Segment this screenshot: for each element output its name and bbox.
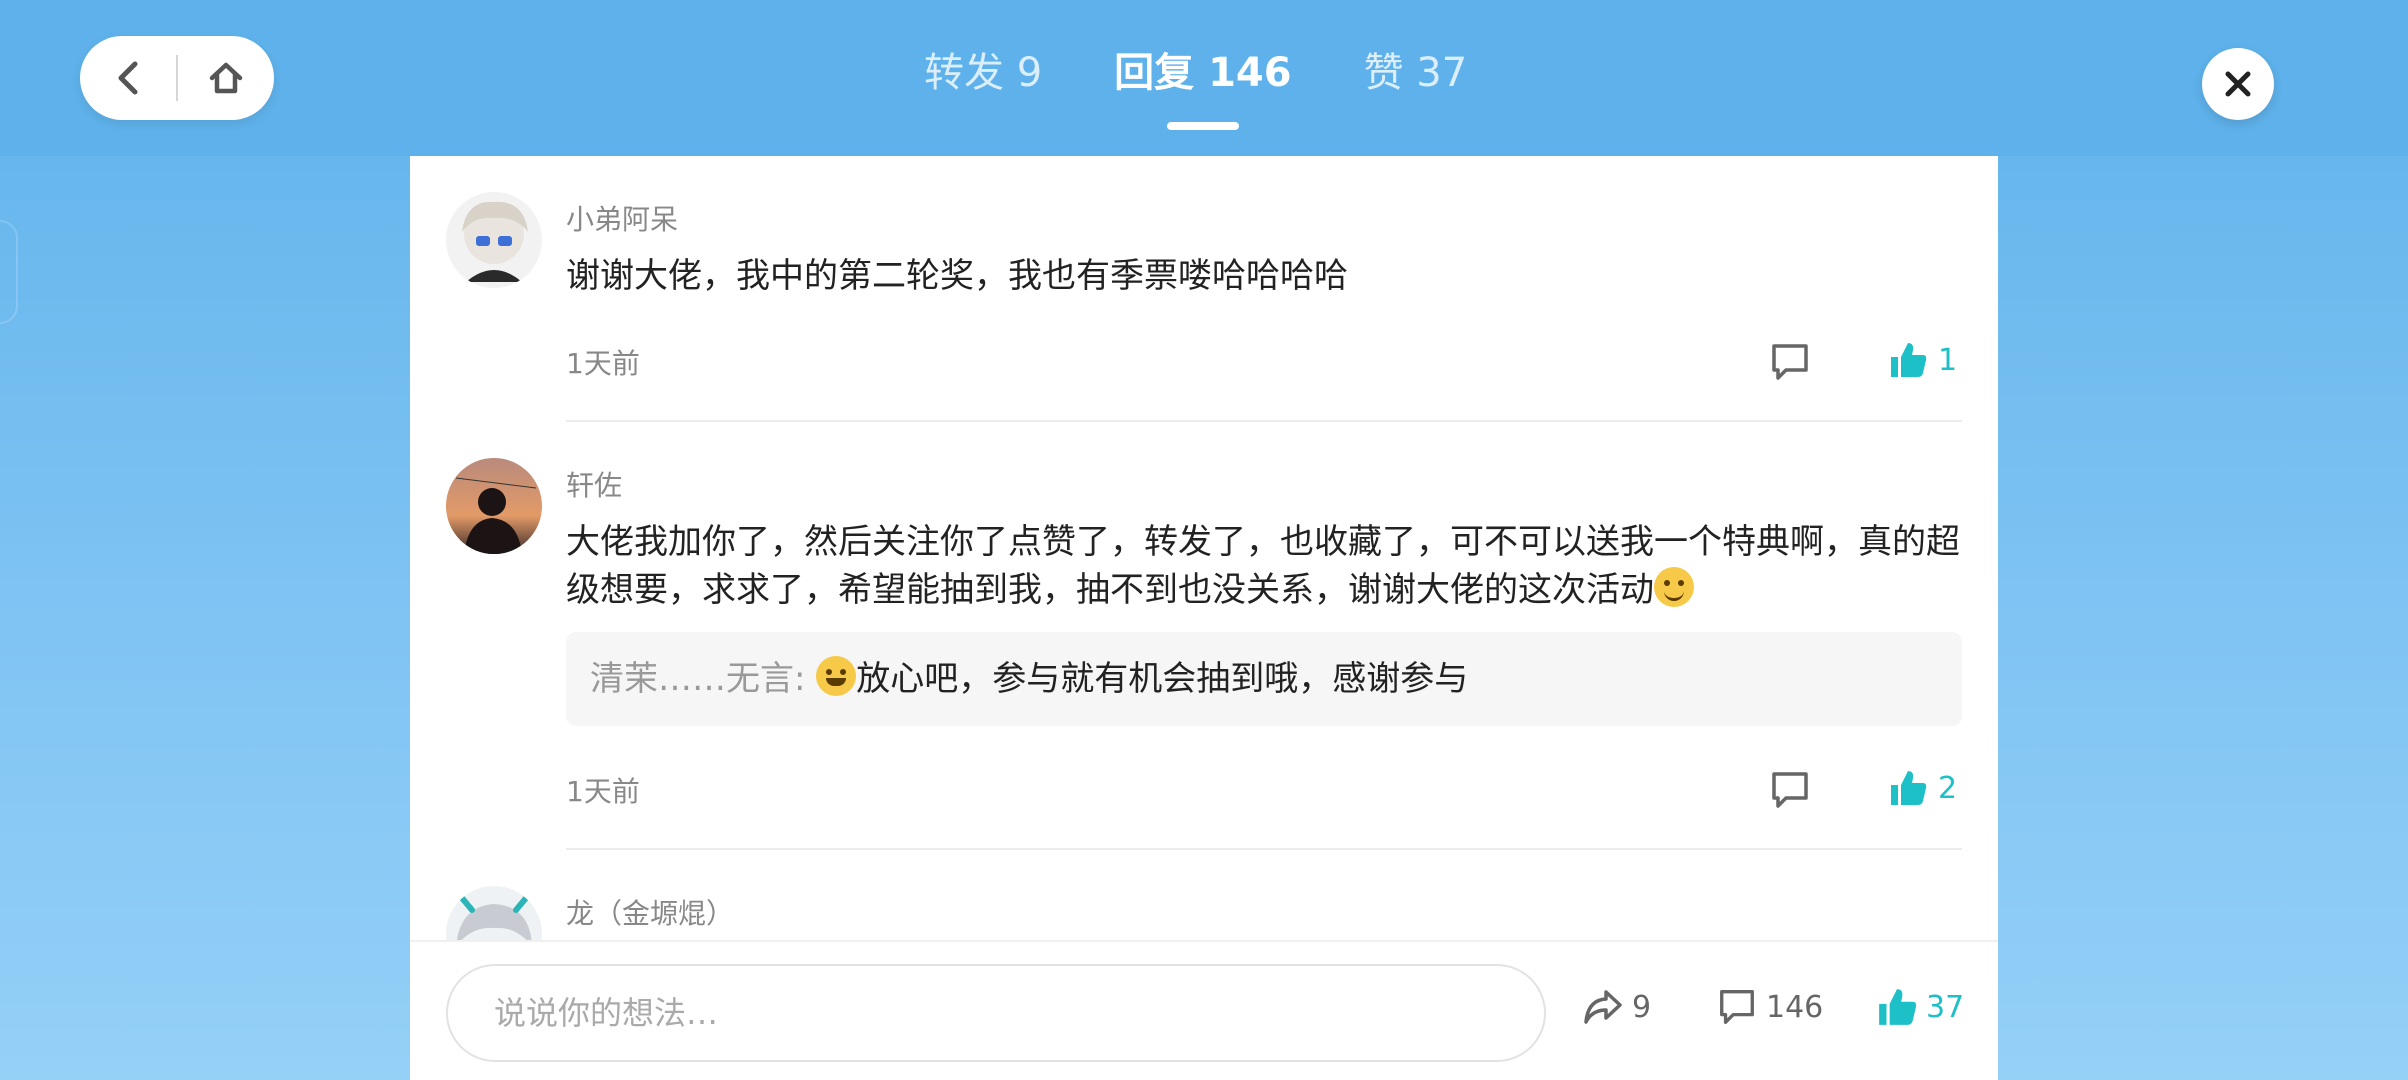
- comment-text: 谢谢大佬，我中的第二轮奖，我也有季票喽哈哈哈哈: [566, 256, 1348, 296]
- username[interactable]: 小弟阿呆: [566, 198, 678, 238]
- comment-text: 大佬我加你了，然后关注你了点赞了，转发了，也收藏了，可不可以送我一个特典啊，真的…: [566, 518, 1966, 614]
- share-icon: [1584, 990, 1622, 1024]
- comment-text-content: 大佬我加你了，然后关注你了点赞了，转发了，也收藏了，可不可以送我一个特典啊，真的…: [566, 522, 1960, 610]
- comment-count: 146: [1766, 989, 1824, 1025]
- avatar-image: [446, 192, 542, 288]
- top-bar: 转发 9 回复 146 赞 37: [0, 0, 2408, 156]
- reply-button[interactable]: [1768, 768, 1812, 812]
- reply-text: 放心吧，参与就有机会抽到哦，感谢参与: [856, 659, 1469, 699]
- comment-icon: [1772, 344, 1808, 380]
- reply-author[interactable]: 清茉……无言:: [590, 659, 805, 699]
- like-total-button[interactable]: 37: [1876, 986, 1964, 1028]
- comment-icon: [1720, 990, 1754, 1024]
- bottom-bar: 说说你的想法… 9 146 37: [410, 940, 1998, 1080]
- like-button[interactable]: 2: [1888, 768, 1957, 808]
- divider: [566, 848, 1962, 850]
- tab-replies[interactable]: 回复 146: [1114, 40, 1291, 104]
- username[interactable]: 龙（金塬焜）: [566, 892, 734, 932]
- reply-button[interactable]: [1768, 340, 1812, 384]
- thumbs-up-icon: [1891, 343, 1927, 377]
- comment-time: 1天前: [566, 347, 640, 380]
- share-button[interactable]: 9: [1582, 986, 1651, 1028]
- comment-count-button[interactable]: 146: [1716, 986, 1823, 1028]
- tab-bar: 转发 9 回复 146 赞 37: [924, 40, 1467, 104]
- like-count: 1: [1938, 342, 1958, 378]
- avatar[interactable]: [446, 458, 542, 554]
- tab-reposts[interactable]: 转发 9: [924, 40, 1042, 104]
- reply-preview[interactable]: 清茉……无言: 放心吧，参与就有机会抽到哦，感谢参与: [566, 632, 1962, 726]
- comments-panel: 小弟阿呆 谢谢大佬，我中的第二轮奖，我也有季票喽哈哈哈哈 1天前 1 轩佐 大佬…: [410, 156, 1998, 1080]
- chevron-left-icon: [118, 61, 138, 95]
- close-icon: [2225, 71, 2251, 97]
- avatar-image: [446, 458, 542, 554]
- share-count: 9: [1632, 989, 1652, 1025]
- avatar[interactable]: [446, 192, 542, 288]
- close-button[interactable]: [2202, 48, 2274, 120]
- thumbs-up-icon: [1879, 989, 1917, 1025]
- smile-emoji-icon: [1654, 567, 1694, 607]
- comment-icon: [1772, 772, 1808, 808]
- background-decoration: [0, 220, 18, 324]
- like-count: 2: [1938, 770, 1958, 806]
- comment-time: 1天前: [566, 775, 640, 808]
- like-count: 37: [1926, 989, 1965, 1025]
- tab-likes[interactable]: 赞 37: [1364, 40, 1468, 104]
- thumbs-up-icon: [1891, 771, 1927, 805]
- home-button[interactable]: [178, 36, 274, 120]
- nav-pill: [80, 36, 274, 120]
- home-icon: [209, 62, 243, 94]
- back-button[interactable]: [80, 36, 176, 120]
- grin-emoji-icon: [816, 656, 857, 696]
- username[interactable]: 轩佐: [566, 464, 622, 504]
- comment-input[interactable]: 说说你的想法…: [446, 964, 1546, 1062]
- like-button[interactable]: 1: [1888, 340, 1957, 380]
- divider: [566, 420, 1962, 422]
